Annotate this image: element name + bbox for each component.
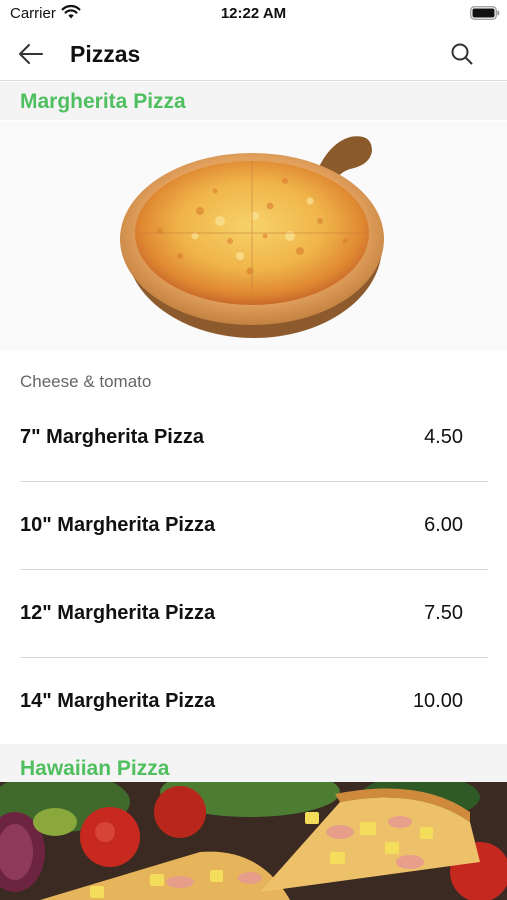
status-bar: Carrier 12:22 AM <box>0 0 507 28</box>
section-header-margherita: Margherita Pizza <box>0 82 507 120</box>
margherita-pizza-image <box>0 121 507 351</box>
page-title: Pizzas <box>70 41 141 67</box>
section-title: Hawaiian Pizza <box>20 757 170 780</box>
menu-item-14-margherita[interactable]: 14" Margherita Pizza 10.00 <box>20 658 488 746</box>
menu-item-10-margherita[interactable]: 10" Margherita Pizza 6.00 <box>20 482 488 570</box>
battery-icon <box>470 6 500 20</box>
menu-item-12-margherita[interactable]: 12" Margherita Pizza 7.50 <box>20 570 488 658</box>
menu-item-name: 14" Margherita Pizza <box>20 690 216 712</box>
menu-item-price: 6.00 <box>424 514 463 536</box>
menu-item-name: 12" Margherita Pizza <box>20 602 216 624</box>
menu-item-price: 7.50 <box>424 602 463 624</box>
section-description: Cheese & tomato <box>20 372 152 391</box>
section-title: Margherita Pizza <box>20 90 186 113</box>
clock: 12:22 AM <box>220 5 287 22</box>
navigation-bar: Pizzas <box>0 28 507 81</box>
menu-item-name: 7" Margherita Pizza <box>20 426 204 448</box>
menu-item-name: 10" Margherita Pizza <box>20 514 216 536</box>
menu-item-price: 4.50 <box>424 426 463 448</box>
menu-item-7-margherita[interactable]: 7" Margherita Pizza 4.50 <box>20 394 488 482</box>
search-icon[interactable] <box>448 40 476 68</box>
menu-item-price: 10.00 <box>412 690 463 712</box>
hawaiian-pizza-image <box>0 782 507 900</box>
arrow-left-icon[interactable] <box>14 40 46 68</box>
section-header-hawaiian: Hawaiian Pizza <box>0 744 507 782</box>
